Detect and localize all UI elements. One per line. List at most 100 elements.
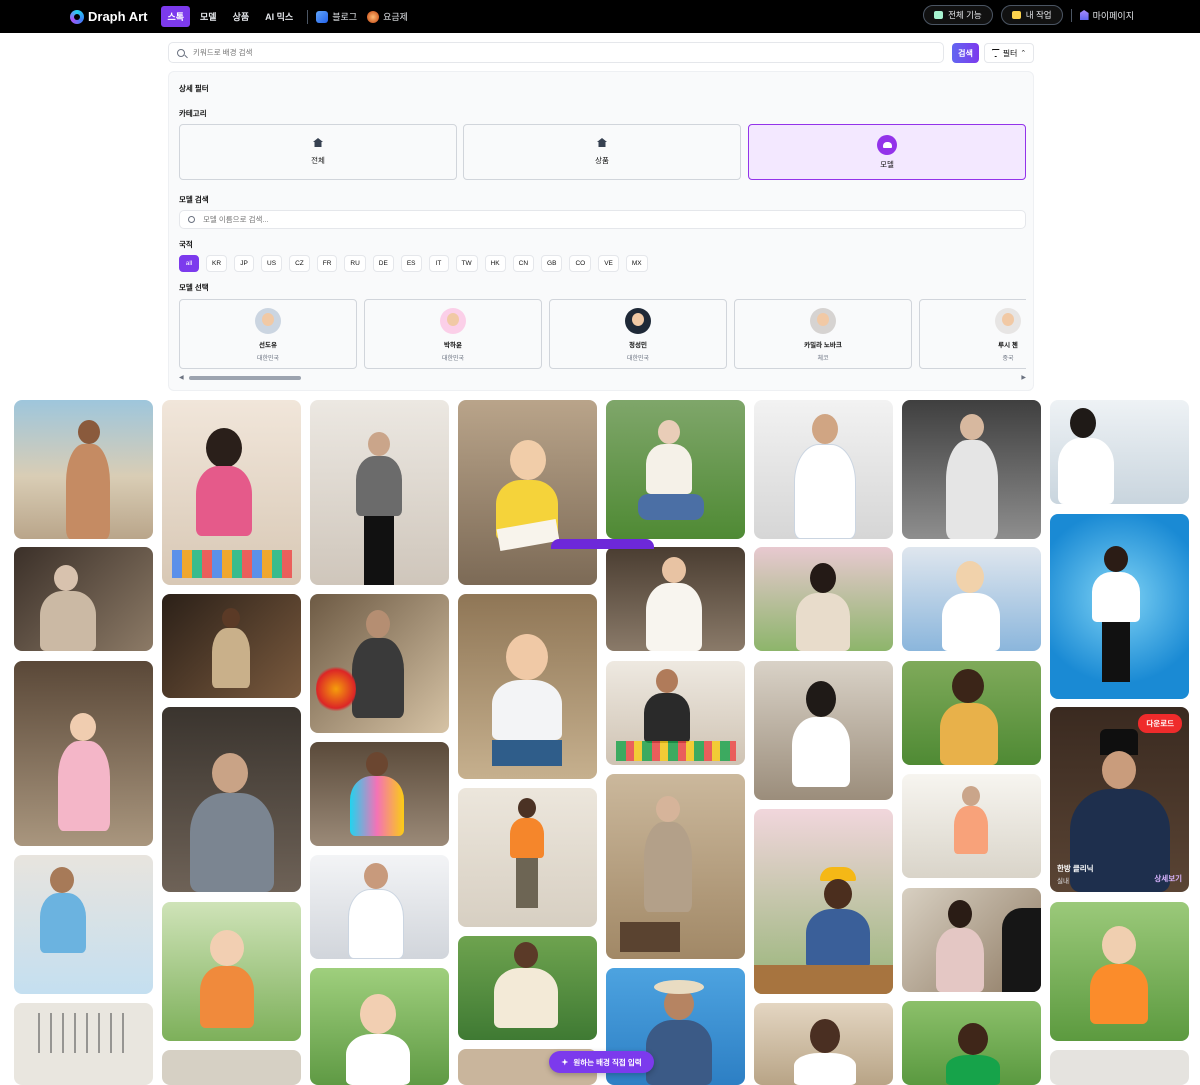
gallery-image[interactable] [902,400,1041,539]
gallery-image[interactable] [310,594,449,733]
model-country: 체코 [817,356,829,362]
nav-item-product[interactable]: 상품 [227,6,256,27]
nationality-chip[interactable]: VE [598,255,619,272]
model-card[interactable]: 박하윤 대한민국 [364,299,542,369]
model-search-input[interactable] [203,215,983,224]
brand-name: Draph Art [88,9,148,24]
gallery-image[interactable] [162,707,301,892]
gallery-image[interactable] [458,400,597,585]
model-card[interactable]: 카밀라 노바크 체코 [734,299,912,369]
search-box[interactable] [168,42,944,63]
nationality-chip[interactable]: RU [344,255,366,272]
model-card[interactable]: 정성민 대한민국 [549,299,727,369]
scroll-thumb[interactable] [189,376,301,380]
gallery-image[interactable] [754,661,893,800]
scroll-right-icon[interactable]: ▶ [1021,374,1026,381]
gallery-image[interactable] [606,774,745,959]
gallery-image[interactable] [606,400,745,539]
search-input[interactable] [193,48,893,57]
nationality-chip[interactable]: JP [234,255,255,272]
gallery-image[interactable] [14,1003,153,1085]
gallery-image[interactable] [754,809,893,994]
nationality-chip[interactable]: DE [372,255,394,272]
category-card-model[interactable]: 모델 [748,124,1026,180]
gallery-image[interactable] [14,547,153,651]
gallery-image[interactable] [902,1001,1041,1085]
model-carousel: 선도유 대한민국 박하윤 대한민국 정성민 대한민국 카밀라 노바크 체코 루시… [179,299,1026,369]
gallery-image[interactable] [310,855,449,959]
nationality-chip[interactable]: all [179,255,199,272]
nationality-chip[interactable]: ES [400,255,422,272]
nationality-chip[interactable]: CZ [289,255,310,272]
gallery-image[interactable] [606,547,745,651]
nationality-chip[interactable]: IT [428,255,449,272]
gallery-image[interactable] [754,1003,893,1085]
gallery-image[interactable] [310,400,449,585]
gallery-image[interactable] [902,888,1041,992]
sparkle-icon [561,1058,569,1066]
gallery-image[interactable] [14,855,153,994]
gallery-image[interactable] [1050,902,1189,1041]
model-carousel-scrollbar[interactable]: ◀ ▶ [179,374,1026,381]
nav-item-stock[interactable]: 스톡 [161,6,191,27]
gallery-image[interactable] [162,400,301,585]
filter-toggle-button[interactable]: 필터 ⌃ [984,43,1034,63]
model-card[interactable]: 선도유 대한민국 [179,299,357,369]
gallery-image[interactable] [606,661,745,765]
download-badge[interactable]: 다운로드 [1138,714,1182,733]
custom-background-label: 원하는 배경 직접 입력 [573,1057,642,1067]
gallery-image[interactable] [754,400,893,539]
nationality-chip[interactable]: CO [569,255,592,272]
gallery-image[interactable] [310,968,449,1085]
category-card-product[interactable]: 상품 [463,124,741,180]
folder-icon [1011,11,1021,19]
scroll-left-icon[interactable]: ◀ [179,374,184,381]
nationality-chip[interactable]: TW [455,255,478,272]
gallery-image[interactable] [458,788,597,927]
category-card-all[interactable]: 전체 [179,124,457,180]
model-search-box[interactable] [179,210,1026,229]
gallery-image[interactable] [14,661,153,846]
search-icon [177,48,185,57]
search-button[interactable]: 검색 [952,43,979,63]
custom-background-button[interactable]: 원하는 배경 직접 입력 [549,1051,654,1073]
gallery-image[interactable] [902,774,1041,878]
nationality-label: 국적 [179,240,193,249]
mypage-link[interactable]: 마이페이지 [1070,8,1134,22]
gallery-image[interactable] [162,1050,301,1085]
gallery-image[interactable] [310,742,449,846]
user-badge-icon [1079,10,1089,20]
nav-link-blog[interactable]: 블로그 [316,10,357,23]
model-card[interactable]: 루시 첸 중국 [919,299,1026,369]
gallery-image[interactable] [162,902,301,1041]
my-work-button[interactable]: 내 작업 [1000,5,1063,25]
detail-view-link[interactable]: 상세보기 [1154,873,1182,884]
nav-link-pricing[interactable]: 요금제 [367,10,408,23]
nationality-chips: all KR JP US CZ FR RU DE ES IT TW HK CN … [179,255,655,272]
gallery-image[interactable] [902,661,1041,765]
nationality-chip[interactable]: CN [512,255,535,272]
gallery-image[interactable] [902,547,1041,651]
nav-item-ai-mix[interactable]: AI 믹스 [259,6,299,27]
brand[interactable]: Draph Art [70,9,147,24]
gallery-image[interactable] [754,547,893,651]
gallery-image[interactable] [458,936,597,1040]
nationality-chip[interactable]: GB [541,255,563,272]
gallery-image[interactable] [458,594,597,779]
nationality-chip[interactable]: US [261,255,283,272]
gallery-image[interactable] [1050,400,1189,504]
gallery-image[interactable] [1050,1050,1189,1085]
gallery-image[interactable] [162,594,301,698]
model-search-label: 모델 검색 [179,195,209,204]
nav-item-model[interactable]: 모델 [194,6,223,27]
nationality-chip[interactable]: FR [316,255,338,272]
all-features-button[interactable]: 전체 기능 [923,5,993,25]
category-card-label: 전체 [311,156,325,165]
nationality-chip[interactable]: HK [484,255,506,272]
gallery-image[interactable] [1050,514,1189,699]
gallery-image[interactable] [14,400,153,539]
nationality-chip[interactable]: MX [625,255,648,272]
model-country: 중국 [1002,356,1014,362]
featured-gallery-image[interactable]: 다운로드 한방 클리닉 실내 상세보기 [1050,707,1189,892]
nationality-chip[interactable]: KR [206,255,228,272]
